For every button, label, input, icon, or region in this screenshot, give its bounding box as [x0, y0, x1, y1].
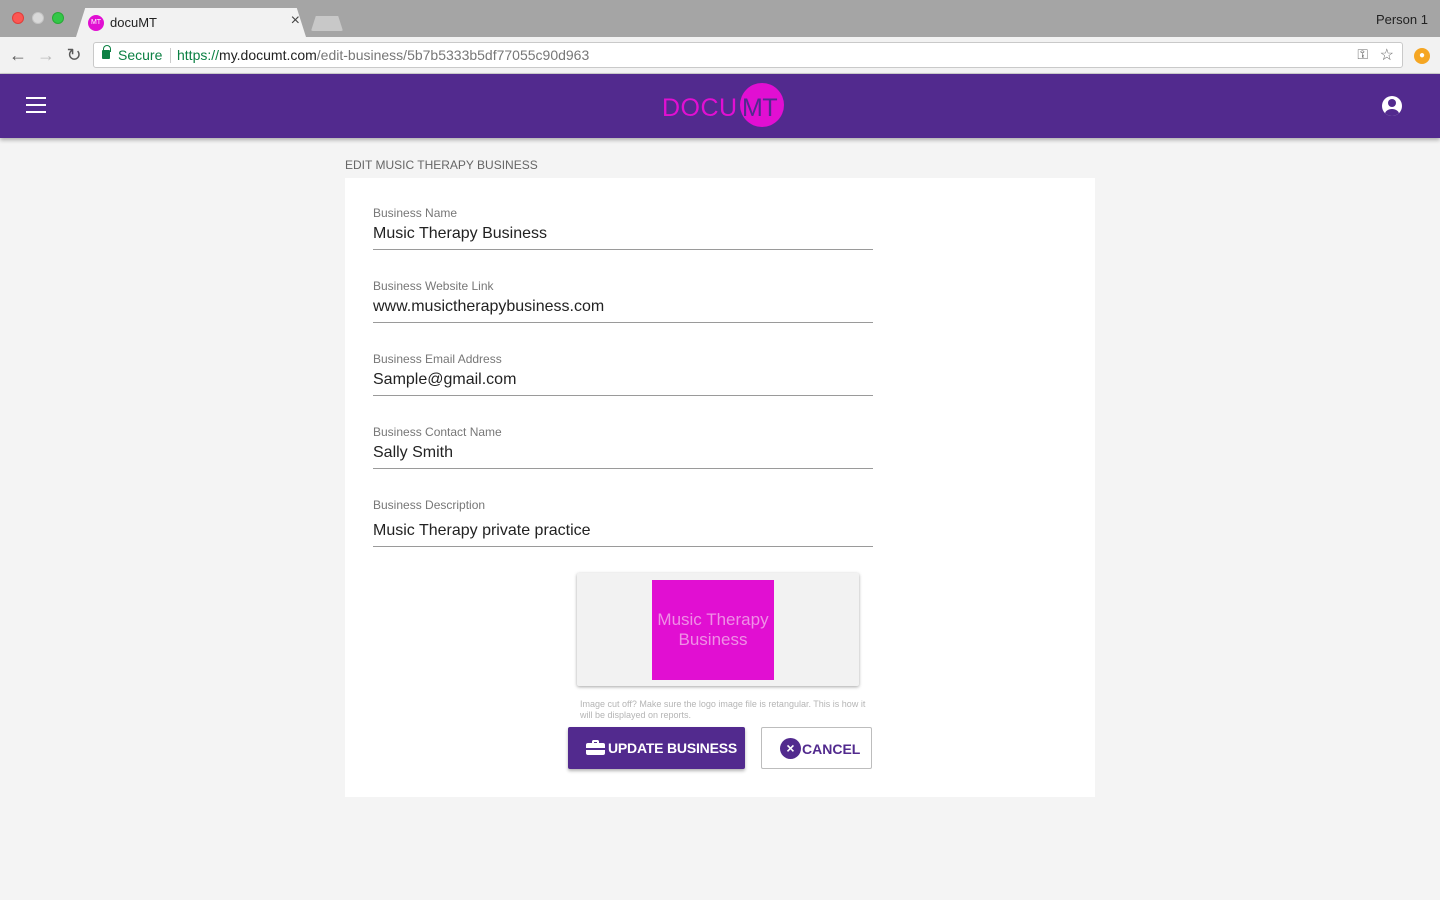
business-name-field[interactable]: Business Name Music Therapy Business	[373, 206, 873, 250]
documt-logo[interactable]: DOCU MT	[662, 81, 786, 131]
app-header: DOCU MT	[0, 74, 1440, 138]
update-business-button[interactable]: UPDATE BUSINESS	[568, 727, 745, 769]
logo-text-right: MT	[742, 94, 778, 122]
business-description-field[interactable]: Business Description Music Therapy priva…	[373, 498, 873, 547]
star-icon[interactable]: ☆	[1380, 45, 1394, 65]
business-description-label: Business Description	[373, 498, 486, 512]
menu-icon[interactable]	[26, 97, 46, 113]
forward-arrow-icon[interactable]: →	[35, 44, 57, 66]
update-business-label: UPDATE BUSINESS	[608, 740, 737, 756]
business-description-input[interactable]: Music Therapy private practice	[373, 522, 873, 547]
logo-hint: Image cut off? Make sure the logo image …	[580, 699, 866, 720]
cancel-button[interactable]: × CANCEL	[761, 727, 872, 769]
logo-text-left: DOCU	[662, 94, 738, 122]
business-website-field[interactable]: Business Website Link www.musictherapybu…	[373, 279, 873, 323]
tab-favicon-icon: MT	[88, 15, 104, 31]
business-email-label: Business Email Address	[373, 352, 502, 366]
business-contact-field[interactable]: Business Contact Name Sally Smith	[373, 425, 873, 469]
page-title: EDIT MUSIC THERAPY BUSINESS	[345, 158, 538, 172]
browser-tab[interactable]: MT docuMT ×	[76, 8, 306, 37]
new-tab-button[interactable]	[311, 16, 343, 31]
key-icon[interactable]: ⚿	[1357, 46, 1368, 63]
lock-icon	[102, 45, 111, 59]
address-separator	[170, 48, 171, 63]
close-circle-icon: ×	[780, 738, 801, 759]
window-minimize-button[interactable]	[32, 12, 44, 24]
business-logo-image: Music Therapy Business	[652, 580, 774, 680]
business-website-label: Business Website Link	[373, 279, 494, 293]
secure-label: Secure	[118, 47, 163, 63]
business-contact-label: Business Contact Name	[373, 425, 502, 439]
window-close-button[interactable]	[12, 12, 24, 24]
logo-upload[interactable]: Music Therapy Business	[577, 573, 859, 686]
account-circle-icon[interactable]	[1382, 96, 1402, 116]
briefcase-icon	[586, 740, 605, 755]
address-bar[interactable]: Secure https://my.documt.com/edit-busine…	[93, 42, 1403, 68]
extension-icon[interactable]: ●	[1414, 48, 1430, 64]
business-name-label: Business Name	[373, 206, 458, 220]
browser-toolbar: ← → ↻ Secure https://my.documt.com/edit-…	[0, 37, 1440, 74]
url-scheme: https://	[177, 47, 220, 63]
reload-icon[interactable]: ↻	[63, 44, 85, 66]
url-host: my.documt.com	[219, 47, 317, 63]
url-path: /edit-business/5b7b5333b5df77055c90d963	[316, 47, 590, 63]
business-name-input[interactable]: Music Therapy Business	[373, 225, 873, 250]
window-maximize-button[interactable]	[52, 12, 64, 24]
back-arrow-icon[interactable]: ←	[7, 44, 29, 66]
url-text: https://my.documt.com/edit-business/5b7b…	[177, 47, 589, 63]
business-email-input[interactable]: Sample@gmail.com	[373, 371, 873, 396]
tab-title: docuMT	[110, 15, 157, 30]
cancel-label: CANCEL	[802, 741, 861, 757]
tab-close-icon[interactable]: ×	[291, 12, 300, 30]
business-email-field[interactable]: Business Email Address Sample@gmail.com	[373, 352, 873, 396]
business-contact-input[interactable]: Sally Smith	[373, 444, 873, 469]
profile-name[interactable]: Person 1	[1376, 12, 1428, 27]
business-website-input[interactable]: www.musictherapybusiness.com	[373, 298, 873, 323]
edit-business-form: Business Name Music Therapy Business Bus…	[345, 178, 1095, 797]
browser-titlebar: MT docuMT × Person 1	[0, 0, 1440, 37]
